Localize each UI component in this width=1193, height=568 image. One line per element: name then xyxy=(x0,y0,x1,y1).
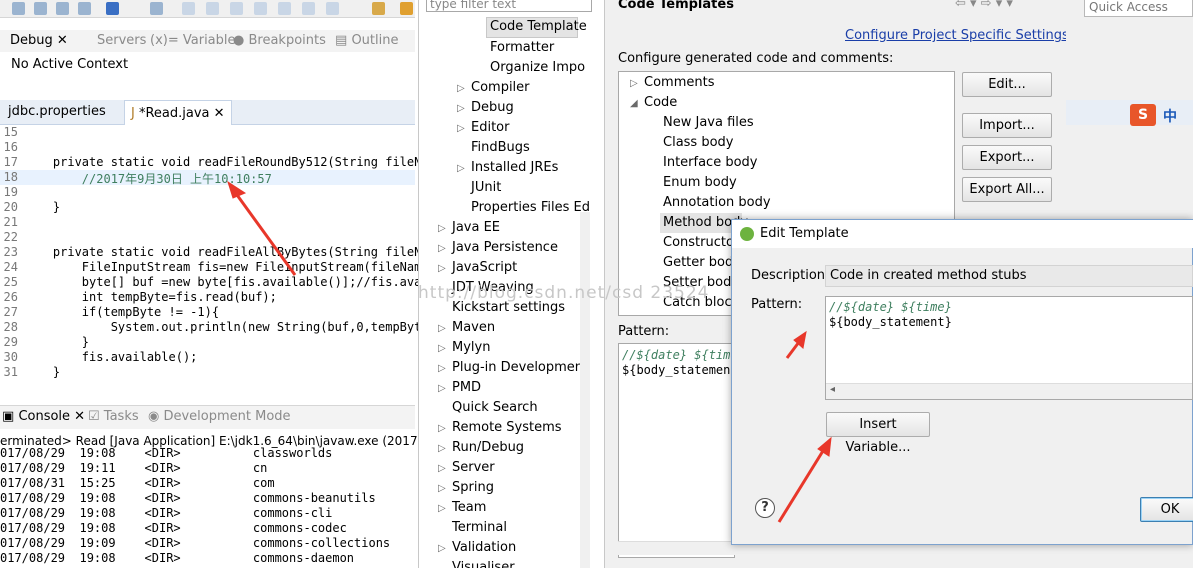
annotation-arrow xyxy=(777,436,832,523)
annotation-arrows xyxy=(227,180,832,523)
annotation-arrow xyxy=(785,330,807,359)
annotation-arrow xyxy=(227,180,297,276)
